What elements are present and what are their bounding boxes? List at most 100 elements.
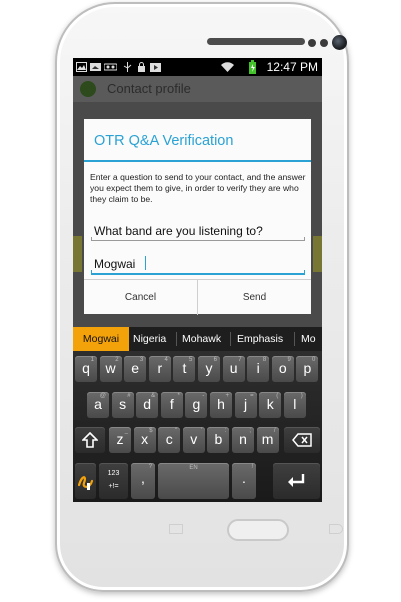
key-hint: ' <box>200 428 202 434</box>
home-button[interactable] <box>227 519 289 541</box>
key-i[interactable]: 8i <box>247 356 270 382</box>
battery-icon <box>249 60 256 74</box>
key-q[interactable]: 1q <box>75 356 97 382</box>
phone-screen: 12:47 PM Contact profile OTR Q&A Verific… <box>73 58 322 502</box>
question-input[interactable] <box>91 221 305 241</box>
back-softkey[interactable] <box>329 524 343 534</box>
key-b[interactable]: :b <box>207 427 230 453</box>
period-key[interactable]: ! . <box>232 463 256 499</box>
key-v[interactable]: ' v <box>182 427 205 453</box>
key-hint: @ <box>99 393 106 399</box>
key-w[interactable]: 2w <box>99 356 122 382</box>
symbols-key[interactable]: 123 +!= <box>99 463 128 499</box>
key-hint: 9 <box>287 357 291 363</box>
gallery-icon <box>90 63 101 71</box>
status-time: 12:47 PM <box>266 60 318 74</box>
key-label: c <box>165 431 173 447</box>
comma-key[interactable]: ? , <box>131 463 155 499</box>
suggestion-item[interactable]: Emphasis <box>237 327 283 351</box>
usb-icon <box>123 62 132 72</box>
key-label: f <box>169 396 174 412</box>
send-button[interactable]: Send <box>198 280 311 315</box>
answer-field[interactable] <box>91 253 305 275</box>
period-key-label: . <box>242 470 246 486</box>
key-label: z <box>116 431 124 447</box>
key-hint: # <box>127 393 131 399</box>
dialog-title-divider <box>84 160 311 162</box>
key-n[interactable]: ; n <box>232 427 254 453</box>
wifi-icon <box>221 62 234 72</box>
suggestion-item[interactable]: Mo <box>301 327 316 351</box>
key-c[interactable]: " c <box>158 427 181 453</box>
question-field[interactable] <box>91 220 305 241</box>
app-logo-icon[interactable] <box>80 81 96 97</box>
key-hint: 3 <box>139 357 144 363</box>
voicemail-icon <box>104 63 117 71</box>
key-o[interactable]: 9o <box>271 356 294 382</box>
key-label: m <box>261 431 274 447</box>
image-icon <box>76 62 87 72</box>
key-r[interactable]: 4r <box>148 356 171 382</box>
key-label: b <box>214 431 223 447</box>
key-hint: 0 <box>312 357 316 363</box>
key-m[interactable]: / m <box>256 427 279 453</box>
key-label: u <box>229 360 238 376</box>
key-s[interactable]: # s <box>111 392 134 418</box>
key-label: w <box>105 360 116 376</box>
key-t[interactable]: 5t <box>173 356 196 382</box>
key-f[interactable]: * f <box>160 392 183 418</box>
earpiece <box>207 38 305 45</box>
key-label: e <box>131 360 140 376</box>
key-p[interactable]: 0p <box>296 356 319 382</box>
symbols-key-bottom: +!= <box>108 483 119 490</box>
key-g[interactable]: -g <box>185 392 208 418</box>
key-hint: ( <box>276 393 279 399</box>
enter-key[interactable] <box>273 463 320 499</box>
key-z[interactable]: _ z <box>109 427 131 453</box>
key-label: l <box>293 396 297 412</box>
handwriting-mode-key[interactable] <box>75 463 96 499</box>
key-hint: 2 <box>115 357 119 363</box>
menu-softkey[interactable] <box>169 524 183 534</box>
suggestion-item[interactable]: Nigeria <box>133 327 166 351</box>
question-underline-tick-left <box>91 237 92 241</box>
app-title: Contact profile <box>107 81 191 96</box>
key-l[interactable]: ) l <box>283 392 306 418</box>
background-banner-right <box>313 236 322 272</box>
key-h[interactable]: + h <box>210 392 232 418</box>
text-cursor <box>145 256 146 270</box>
key-a[interactable]: @ a <box>87 392 109 418</box>
proximity-sensor <box>308 39 316 47</box>
key-j[interactable]: = j <box>234 392 257 418</box>
backspace-key[interactable] <box>284 427 320 453</box>
answer-underline-tick-right <box>304 270 305 274</box>
key-hint: $ <box>149 428 153 434</box>
swype-logo-icon <box>77 476 93 490</box>
dialog-button-bar: Cancel Send <box>84 279 311 315</box>
space-key-language: EN <box>189 465 198 471</box>
key-label: s <box>119 396 127 412</box>
comma-key-label: , <box>141 470 145 486</box>
key-hint: = <box>250 393 254 399</box>
key-y[interactable]: 6y <box>198 356 220 382</box>
app-background: Contact profile OTR Q&A Verification Ent… <box>73 76 322 327</box>
suggestion-item[interactable]: Mohawk <box>182 327 221 351</box>
space-key[interactable]: EN <box>158 463 229 499</box>
cancel-button[interactable]: Cancel <box>84 280 198 315</box>
dialog-title: OTR Q&A Verification <box>94 133 234 149</box>
suggestion-divider <box>176 332 177 346</box>
lock-icon <box>138 62 145 72</box>
key-k[interactable]: (k <box>259 392 282 418</box>
key-label: q <box>82 360 90 376</box>
key-x[interactable]: $ x <box>133 427 156 453</box>
play-store-icon <box>150 63 161 72</box>
soft-keyboard: 123 +!= ? , EN ! . 1 q 2 w 3 e 4 r 5 t 6 y 7 u 8 i 9 o 0 p @… <box>73 351 322 502</box>
shift-key[interactable] <box>75 427 105 453</box>
key-d[interactable]: & d <box>136 392 159 418</box>
key-hint: " <box>175 428 178 434</box>
key-e[interactable]: 3e <box>124 356 147 382</box>
key-u[interactable]: 7u <box>222 356 245 382</box>
answer-input[interactable] <box>91 254 305 274</box>
suggestion-item[interactable]: Mogwai <box>73 327 129 351</box>
period-key-hint: ! <box>251 464 253 470</box>
